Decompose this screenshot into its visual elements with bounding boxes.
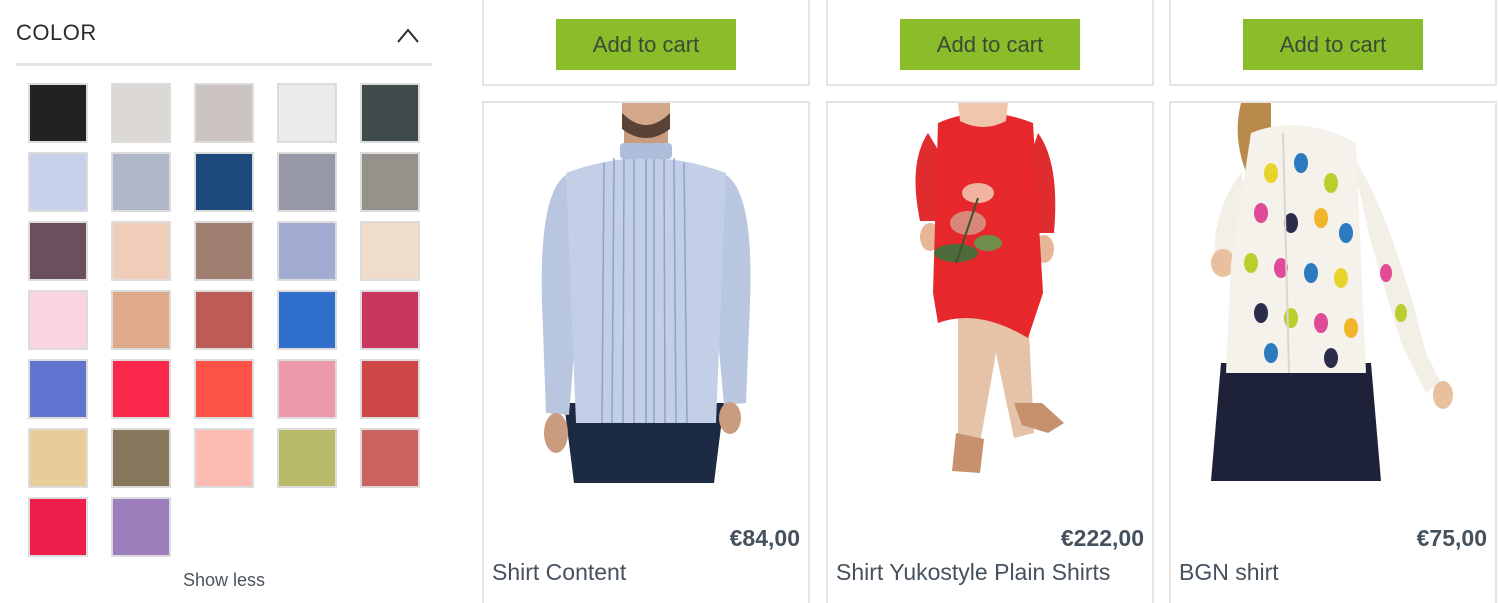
show-less-link[interactable]: Show less <box>16 570 432 591</box>
add-to-cart-button[interactable]: Add to cart <box>1243 19 1423 70</box>
color-swatch[interactable] <box>111 497 171 557</box>
color-filter: COLOR Show less <box>16 0 432 603</box>
product-card-top: Add to cart <box>826 0 1154 86</box>
color-swatch[interactable] <box>277 428 337 488</box>
color-swatch[interactable] <box>277 290 337 350</box>
color-swatch[interactable] <box>111 359 171 419</box>
color-swatch[interactable] <box>194 428 254 488</box>
product-price: €84,00 <box>729 525 800 551</box>
color-swatch[interactable] <box>194 83 254 143</box>
color-swatch[interactable] <box>194 221 254 281</box>
color-swatch[interactable] <box>28 497 88 557</box>
color-swatch[interactable] <box>111 290 171 350</box>
color-swatch[interactable] <box>111 152 171 212</box>
product-name[interactable]: Shirt Yukostyle Plain Shirts <box>836 559 1110 586</box>
color-swatch[interactable] <box>360 83 420 143</box>
color-swatch[interactable] <box>111 83 171 143</box>
color-swatch[interactable] <box>360 221 420 281</box>
color-swatch[interactable] <box>360 152 420 212</box>
filter-title: COLOR <box>16 20 97 45</box>
add-to-cart-button[interactable]: Add to cart <box>900 19 1080 70</box>
color-swatch[interactable] <box>277 221 337 281</box>
product-name[interactable]: BGN shirt <box>1179 559 1279 586</box>
color-swatch[interactable] <box>28 221 88 281</box>
color-swatch[interactable] <box>111 221 171 281</box>
product-card[interactable]: €84,00 Shirt Content <box>482 101 810 603</box>
color-swatch[interactable] <box>28 290 88 350</box>
color-swatch[interactable] <box>277 83 337 143</box>
chevron-up-icon[interactable] <box>394 22 422 46</box>
product-image[interactable] <box>828 103 1152 483</box>
add-to-cart-button[interactable]: Add to cart <box>556 19 736 70</box>
product-card-top: Add to cart <box>482 0 810 86</box>
color-swatch[interactable] <box>277 359 337 419</box>
color-swatch[interactable] <box>194 359 254 419</box>
color-swatch[interactable] <box>28 428 88 488</box>
product-card-top: Add to cart <box>1169 0 1497 86</box>
product-name[interactable]: Shirt Content <box>492 559 626 586</box>
product-price: €222,00 <box>1060 525 1144 551</box>
product-card[interactable]: €75,00 BGN shirt <box>1169 101 1497 603</box>
color-swatch[interactable] <box>28 359 88 419</box>
filter-header: COLOR <box>16 18 432 66</box>
color-swatch[interactable] <box>111 428 171 488</box>
product-image[interactable] <box>1171 103 1495 483</box>
color-swatch[interactable] <box>194 290 254 350</box>
color-swatch[interactable] <box>28 152 88 212</box>
color-swatch[interactable] <box>277 152 337 212</box>
product-card[interactable]: €222,00 Shirt Yukostyle Plain Shirts <box>826 101 1154 603</box>
product-image[interactable] <box>484 103 808 483</box>
color-swatch[interactable] <box>360 290 420 350</box>
product-price: €75,00 <box>1416 525 1487 551</box>
color-swatch[interactable] <box>360 359 420 419</box>
color-swatch[interactable] <box>28 83 88 143</box>
color-swatch[interactable] <box>360 428 420 488</box>
color-swatch[interactable] <box>194 152 254 212</box>
